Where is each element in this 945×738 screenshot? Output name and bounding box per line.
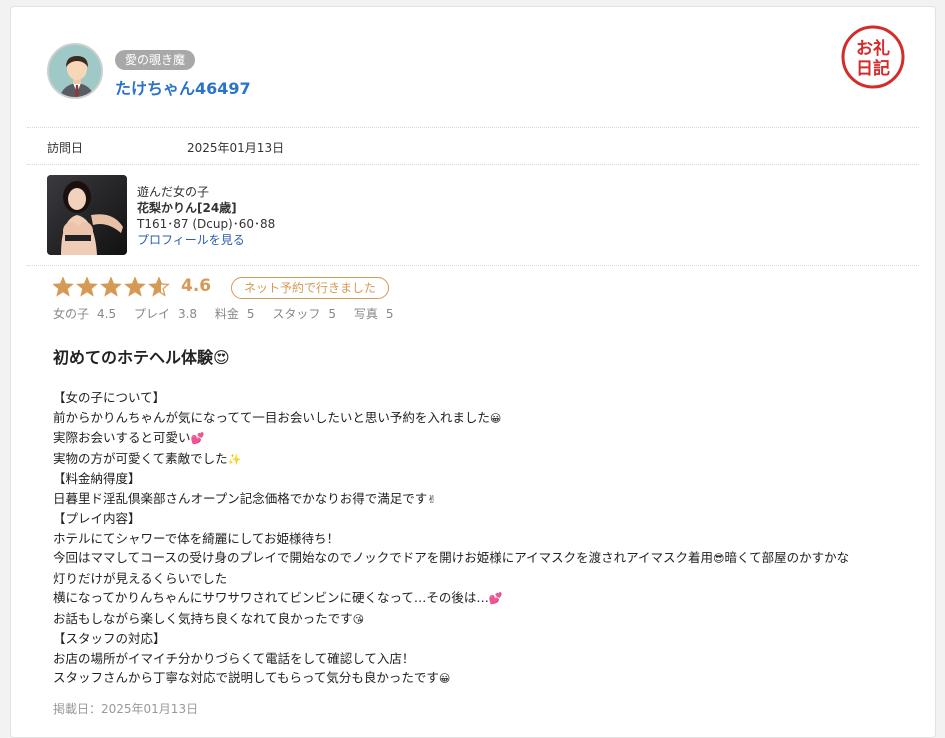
heart-eyes-emoji-icon: 😍 [213,348,230,367]
review-line: 日暮里ド淫乱倶楽部さんオープン記念価格でかなりお得で満足です✌ [53,490,437,506]
posted-date: 掲載日：2025年01月13日 [53,702,199,716]
review-card: 愛の覗き魔 たけちゃん46497 お礼 日記 訪問日 2025年01月13日 遊… [10,6,936,738]
rank-badge: 愛の覗き魔 [115,50,196,70]
subscore-play: プレイ 3.8 [133,307,198,321]
svg-text:日記: 日記 [856,58,890,79]
review-line: お話もしながら楽しく気持ち良くなれて良かったです😘 [53,610,365,626]
girl-photo[interactable] [47,175,127,255]
review-line: 【スタッフの対応】 [53,631,166,646]
user-avatar-icon [49,45,101,97]
divider [27,265,919,266]
subscore-girl: 女の子 4.5 [53,307,117,321]
girl-section-label: 遊んだ女の子 [137,185,210,199]
hearts-emoji-icon: 💕 [488,592,503,605]
stamp-icon: お礼 日記 [841,25,905,89]
review-line: 前からかりんちゃんが気になってて一目お会いしたいと思い予約を入れました😀 [53,409,502,425]
review-line: 今回はママしてコースの受け身のプレイで開始なのでノックでドアを開けお姫様にアイマ… [53,550,850,565]
review-line: 実際お会いすると可愛い💕 [53,430,205,445]
review-line: 横になってかりんちゃんにサワサワされてビンビンに硬くなって…その後は…💕 [53,590,503,605]
subscores: 女の子 4.5 プレイ 3.8 料金 5 スタッフ 5 写真 5 [53,305,408,322]
divider [27,127,919,128]
net-reservation-badge: ネット予約で行きました [231,277,390,299]
review-line: 実物の方が可愛くて素敵でした✨ [53,450,242,466]
sunglasses-emoji-icon: 😎 [713,552,725,565]
subscore-staff: スタッフ 5 [272,307,337,321]
kiss-emoji-icon: 😘 [352,612,365,626]
grin-emoji-icon: 😀 [438,672,451,685]
review-body: 【女の子について】 前からかりんちゃんが気になってて一目お会いしたいと思い予約を… [53,388,903,689]
girl-measurements: T161･87 (Dcup)･60･88 [137,217,276,231]
star-icon [53,277,73,296]
star-icon [149,277,169,296]
star-icon [101,277,121,296]
svg-text:お礼: お礼 [856,38,890,59]
review-title: 初めてのホテヘル体験😍 [53,348,230,367]
hearts-emoji-icon: 💕 [190,432,205,445]
subscore-price: 料金 5 [214,307,255,321]
thanks-diary-stamp: お礼 日記 [841,25,905,89]
review-line: 【料金納得度】 [53,471,141,486]
girl-photo-image [47,175,127,255]
overall-score: 4.6 [181,276,212,296]
review-line: スタッフさんから丁寧な対応で説明してもらって気分も良かったです😀 [53,670,451,685]
victory-hand-emoji-icon: ✌ [427,492,437,506]
review-line: ホテルにてシャワーで体を綺麗にしてお姫様待ち！ [53,530,340,546]
visit-date-value: 2025年01月13日 [187,141,285,155]
star-icon [125,277,145,296]
review-line: 灯りだけが見えるくらいでした [53,570,228,586]
girl-info: 遊んだ女の子 花梨かりん[24歳] T161･87 (Dcup)･60･88 プ… [137,184,275,248]
review-line: 【女の子について】 [53,390,166,405]
review-line: 【プレイ内容】 [53,511,141,526]
sparkles-emoji-icon: ✨ [227,452,242,466]
visit-date-label: 訪問日 [47,141,84,155]
avatar[interactable] [47,43,103,99]
review-line: お店の場所がイマイチ分かりづらくて電話をして確認して入店！ [53,650,415,666]
star-rating [53,277,169,296]
reviewer-username[interactable]: たけちゃん46497 [115,75,251,99]
profile-link[interactable]: プロフィールを見る [137,232,275,248]
subscore-photo: 写真 5 [353,307,394,321]
star-icon [77,277,97,296]
girl-name[interactable]: 花梨かりん[24歳] [137,200,275,216]
grin-emoji-icon: 😀 [489,411,502,425]
divider [27,164,919,165]
